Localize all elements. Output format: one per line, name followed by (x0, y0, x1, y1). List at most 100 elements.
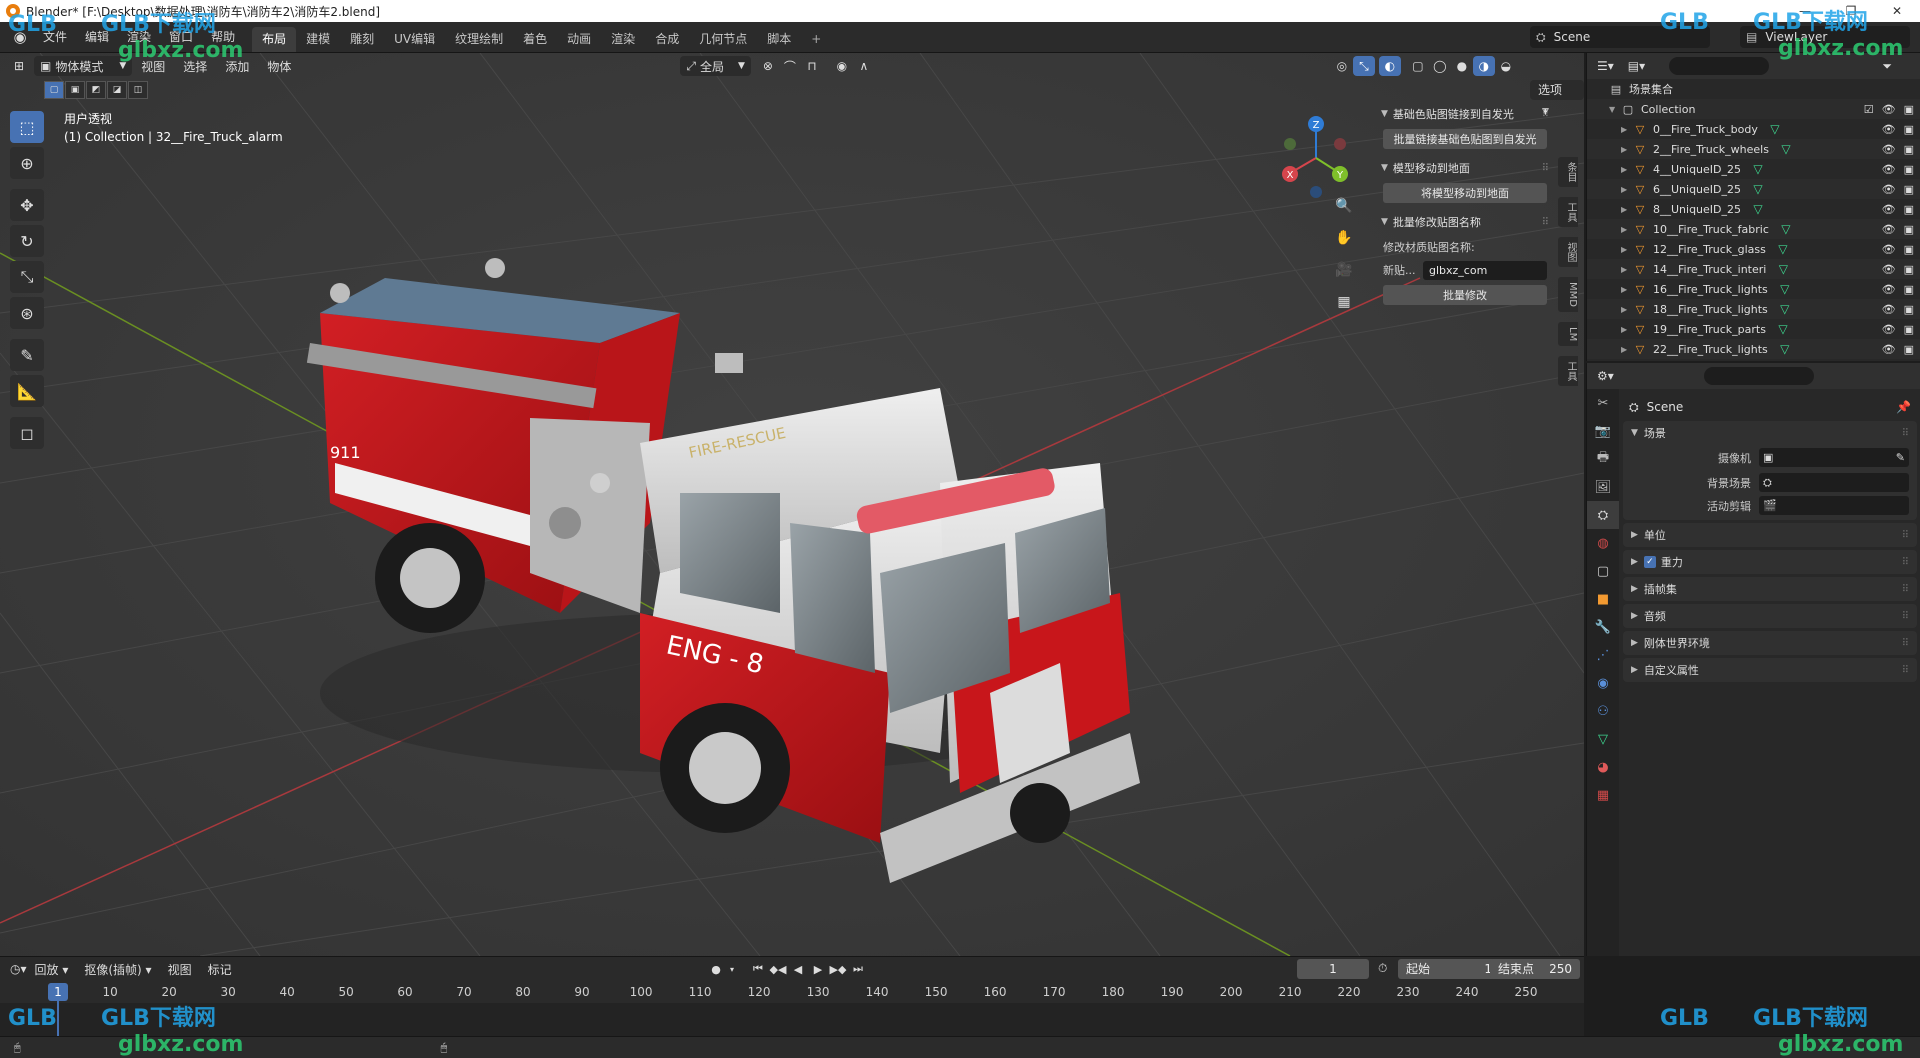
mesh-data-icon[interactable]: ▽ (1751, 162, 1765, 176)
scene-collection-row[interactable]: ▤ 场景集合 (1587, 79, 1920, 99)
proportional-edit-icon[interactable]: ◉ (831, 56, 853, 76)
camera-icon[interactable]: ▣ (1904, 263, 1914, 276)
mesh-data-icon[interactable]: ▽ (1779, 142, 1793, 156)
xray-icon[interactable]: ▢ (1407, 56, 1429, 76)
outliner-object-row[interactable]: ▶ ▽ 14__Fire_Truck_interi ▽ 👁 ▣ (1587, 259, 1920, 279)
add-cube-tool-icon[interactable]: ◻ (10, 417, 44, 449)
mesh-data-icon[interactable]: ▽ (1751, 202, 1765, 216)
tab-scripting[interactable]: 脚本 (757, 27, 801, 52)
camera-icon[interactable]: ▣ (1904, 103, 1914, 116)
eyedropper-icon[interactable]: ✎ (1896, 451, 1905, 464)
expand-icon[interactable]: ▶ (1621, 125, 1633, 134)
drag-handle-icon[interactable]: ⠿ (1902, 530, 1909, 541)
camera-icon[interactable]: ▣ (1904, 183, 1914, 196)
visibility-icon[interactable]: ◎ (1331, 56, 1353, 76)
drag-handle-icon[interactable]: ⠿ (1902, 557, 1909, 568)
playback-menu[interactable]: 回放 ▾ (27, 961, 77, 978)
tab-animation[interactable]: 动画 (557, 27, 601, 52)
outliner-editor-icon[interactable]: ☰▾ (1597, 59, 1614, 73)
drag-handle-icon[interactable]: ⠿ (1542, 217, 1549, 228)
outliner-object-row[interactable]: ▶ ▽ 2__Fire_Truck_wheels ▽ 👁 ▣ (1587, 139, 1920, 159)
camera-icon[interactable]: ▣ (1904, 343, 1914, 356)
orientation-selector[interactable]: ⤢ 全局 ▼ (680, 56, 751, 76)
tab-geometry-nodes[interactable]: 几何节点 (689, 27, 757, 52)
camera-icon[interactable]: ▣ (1904, 243, 1914, 256)
expand-icon[interactable]: ▶ (1621, 145, 1633, 154)
move-tool-icon[interactable]: ✥ (10, 189, 44, 221)
drag-handle-icon[interactable]: ⠿ (1902, 611, 1909, 622)
select-extend-icon[interactable]: ▣ (65, 81, 85, 99)
camera-icon[interactable]: ▣ (1904, 303, 1914, 316)
sidebar-tab-view[interactable]: 视图 (1558, 237, 1578, 267)
camera-icon[interactable]: ▣ (1904, 223, 1914, 236)
eye-icon[interactable]: 👁 (1882, 203, 1896, 216)
cursor-tool-icon[interactable]: ⊕ (10, 147, 44, 179)
mesh-data-icon[interactable]: ▽ (1779, 222, 1793, 236)
move-to-ground-button[interactable]: 将模型移动到地面 (1383, 183, 1547, 203)
render-tab-icon[interactable]: 📷 (1587, 417, 1619, 445)
collection-tab-icon[interactable]: ▢ (1587, 557, 1619, 585)
data-tab-icon[interactable]: ▽ (1587, 725, 1619, 753)
keying-sets-panel[interactable]: ▶ 插帧集 ⠿ (1623, 577, 1917, 601)
expand-icon[interactable]: ▶ (1621, 285, 1633, 294)
drag-handle-icon[interactable]: ⠿ (1542, 163, 1549, 174)
eye-icon[interactable]: 👁 (1882, 323, 1896, 336)
tab-compositing[interactable]: 合成 (645, 27, 689, 52)
expand-icon[interactable]: ▶ (1621, 245, 1633, 254)
camera-icon[interactable]: ▣ (1904, 163, 1914, 176)
expand-icon[interactable]: ▶ (1621, 165, 1633, 174)
physics-tab-icon[interactable]: ◉ (1587, 669, 1619, 697)
material-tab-icon[interactable]: ◕ (1587, 753, 1619, 781)
wireframe-shading-icon[interactable]: ◯ (1429, 56, 1451, 76)
neg-x-axis-icon[interactable] (1334, 138, 1346, 150)
start-frame-input[interactable]: 起始 1 (1398, 959, 1500, 979)
mesh-data-icon[interactable]: ▽ (1778, 342, 1792, 356)
select-new-icon[interactable]: ▢ (44, 81, 64, 99)
select-box-tool-icon[interactable]: ⬚ (10, 111, 44, 143)
expand-icon[interactable]: ▶ (1621, 325, 1633, 334)
prev-keyframe-icon[interactable]: ◆◀ (768, 960, 788, 978)
texture-tab-icon[interactable]: ▦ (1587, 781, 1619, 809)
falloff-icon[interactable]: ∧ (853, 56, 875, 76)
pivot-icon[interactable]: ⊗ (757, 56, 779, 76)
eye-icon[interactable]: 👁 (1882, 123, 1896, 136)
drag-handle-icon[interactable]: ⠿ (1902, 638, 1909, 649)
add-workspace-button[interactable]: + (801, 27, 831, 52)
keying-menu[interactable]: 抠像(插帧) ▾ (76, 961, 159, 978)
background-scene-input[interactable]: ⛭ (1759, 473, 1909, 492)
tab-layout[interactable]: 布局 (252, 27, 297, 52)
outliner-object-row[interactable]: ▶ ▽ 18__Fire_Truck_lights ▽ 👁 ▣ (1587, 299, 1920, 319)
np-section-header[interactable]: ▼ 模型移动到地面 ⠿ (1377, 157, 1553, 179)
view-layer-tab-icon[interactable]: 🖼 (1587, 473, 1619, 501)
link-basecolor-emission-button[interactable]: 批量链接基础色贴图到自发光 (1383, 129, 1547, 149)
mesh-data-icon[interactable]: ▽ (1778, 302, 1792, 316)
timeline-editor-icon[interactable]: ◷▾ (10, 962, 27, 976)
camera-icon[interactable]: ▣ (1904, 283, 1914, 296)
end-frame-input[interactable]: 结束点 250 (1490, 959, 1580, 979)
neg-y-axis-icon[interactable] (1284, 138, 1296, 150)
rendered-shading-icon[interactable]: ◒ (1495, 56, 1517, 76)
outliner-object-row[interactable]: ▶ ▽ 10__Fire_Truck_fabric ▽ 👁 ▣ (1587, 219, 1920, 239)
mesh-data-icon[interactable]: ▽ (1776, 262, 1790, 276)
np-section-header[interactable]: ▼ 基础色贴图链接到自发光 ⠿ (1377, 103, 1553, 125)
gravity-panel[interactable]: ▶ ✓ 重力 ⠿ (1623, 550, 1917, 574)
drag-handle-icon[interactable]: ⠿ (1902, 428, 1909, 439)
batch-rename-button[interactable]: 批量修改 (1383, 285, 1547, 305)
drag-handle-icon[interactable]: ⠿ (1902, 665, 1909, 676)
sidebar-tab-lm[interactable]: LM (1558, 321, 1578, 347)
modifier-tab-icon[interactable]: 🔧 (1587, 613, 1619, 641)
record-icon[interactable]: ● (706, 960, 726, 978)
collection-row[interactable]: ▼ ▢ Collection ☑ 👁 ▣ (1587, 99, 1920, 119)
rigid-body-world-panel[interactable]: ▶ 刚体世界环境 ⠿ (1623, 631, 1917, 655)
annotate-tool-icon[interactable]: ✎ (10, 339, 44, 371)
jump-start-icon[interactable]: ⏮ (748, 960, 768, 978)
tab-shading[interactable]: 着色 (513, 27, 557, 52)
mesh-data-icon[interactable]: ▽ (1768, 122, 1782, 136)
sidebar-tab-item[interactable]: 条目 (1558, 157, 1578, 187)
outliner-object-row[interactable]: ▶ ▽ 19__Fire_Truck_parts ▽ 👁 ▣ (1587, 319, 1920, 339)
drag-handle-icon[interactable]: ⠿ (1542, 109, 1549, 120)
eye-icon[interactable]: 👁 (1882, 143, 1896, 156)
drag-handle-icon[interactable]: ⠿ (1902, 584, 1909, 595)
snap-icon[interactable]: ⌒ (779, 56, 801, 76)
transform-tool-icon[interactable]: ⊛ (10, 297, 44, 329)
